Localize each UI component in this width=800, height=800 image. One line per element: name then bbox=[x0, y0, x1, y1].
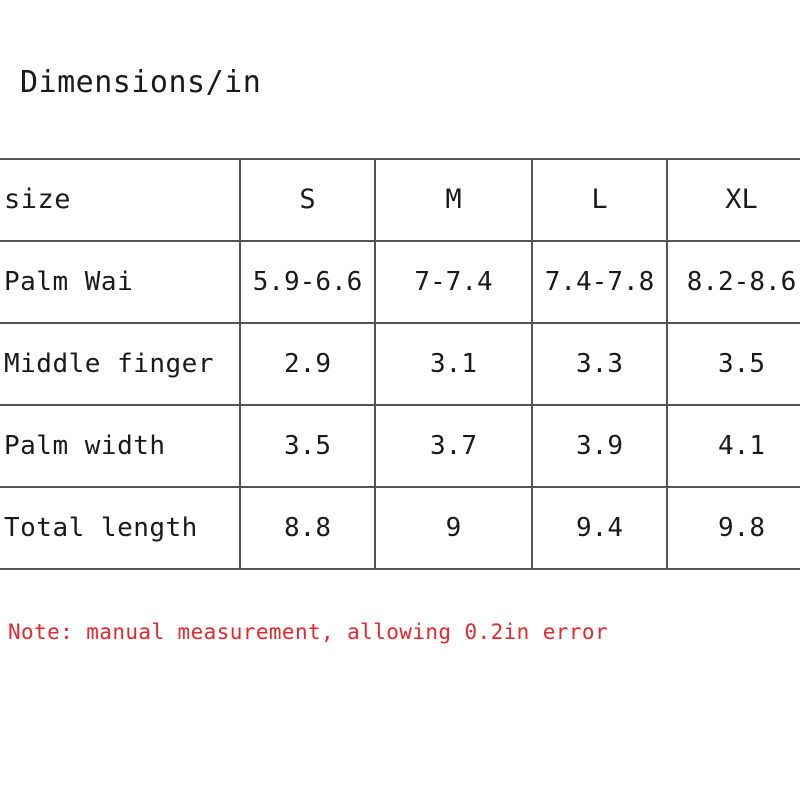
cell-value: 9.8 bbox=[666, 486, 800, 570]
cell-value: 7.4-7.8 bbox=[531, 240, 667, 324]
table-row: Total length 8.8 9 9.4 9.8 bbox=[0, 486, 800, 570]
row-label: Middle finger bbox=[0, 322, 240, 406]
column-header-xl: XL bbox=[666, 158, 800, 242]
table-row: Palm Wai 5.9-6.6 7-7.4 7.4-7.8 8.2-8.6 bbox=[0, 240, 800, 324]
cell-value: 2.9 bbox=[239, 322, 375, 406]
column-header-s: S bbox=[239, 158, 375, 242]
cell-value: 3.7 bbox=[374, 404, 532, 488]
row-label: Total length bbox=[0, 486, 240, 570]
cell-value: 3.5 bbox=[239, 404, 375, 488]
page-title: Dimensions/in bbox=[20, 65, 262, 100]
cell-value: 9.4 bbox=[531, 486, 667, 570]
cell-value: 8.8 bbox=[239, 486, 375, 570]
cell-value: 7-7.4 bbox=[374, 240, 532, 324]
size-table-body: size S M L XL Palm Wai 5.9-6.6 7-7.4 7.4-7.8 8.2-… bbox=[0, 158, 800, 570]
column-header-size: size bbox=[0, 158, 240, 242]
column-header-m: M bbox=[374, 158, 532, 242]
table-row: Palm width 3.5 3.7 3.9 4.1 bbox=[0, 404, 800, 488]
cell-value: 8.2-8.6 bbox=[666, 240, 800, 324]
cell-value: 5.9-6.6 bbox=[239, 240, 375, 324]
column-header-l: L bbox=[531, 158, 667, 242]
cell-value: 3.1 bbox=[374, 322, 532, 406]
row-label: Palm width bbox=[0, 404, 240, 488]
cell-value: 9 bbox=[374, 486, 532, 570]
row-label: Palm Wai bbox=[0, 240, 240, 324]
table-row: Middle finger 2.9 3.1 3.3 3.5 bbox=[0, 322, 800, 406]
measurement-note: Note: manual measurement, allowing 0.2in… bbox=[8, 620, 608, 644]
size-chart-page: Dimensions/in size S M L XL Palm Wai 5.9-6.6 7-… bbox=[0, 0, 800, 800]
cell-value: 4.1 bbox=[666, 404, 800, 488]
size-table-container: size S M L XL Palm Wai 5.9-6.6 7-7.4 7.4-7.8 8.2-… bbox=[0, 158, 800, 570]
cell-value: 3.9 bbox=[531, 404, 667, 488]
size-chart-table: size S M L XL Palm Wai 5.9-6.6 7-7.4 7.4-7.8 8.2-… bbox=[0, 158, 800, 570]
cell-value: 3.3 bbox=[531, 322, 667, 406]
cell-value: 3.5 bbox=[666, 322, 800, 406]
table-header-row: size S M L XL bbox=[0, 158, 800, 242]
